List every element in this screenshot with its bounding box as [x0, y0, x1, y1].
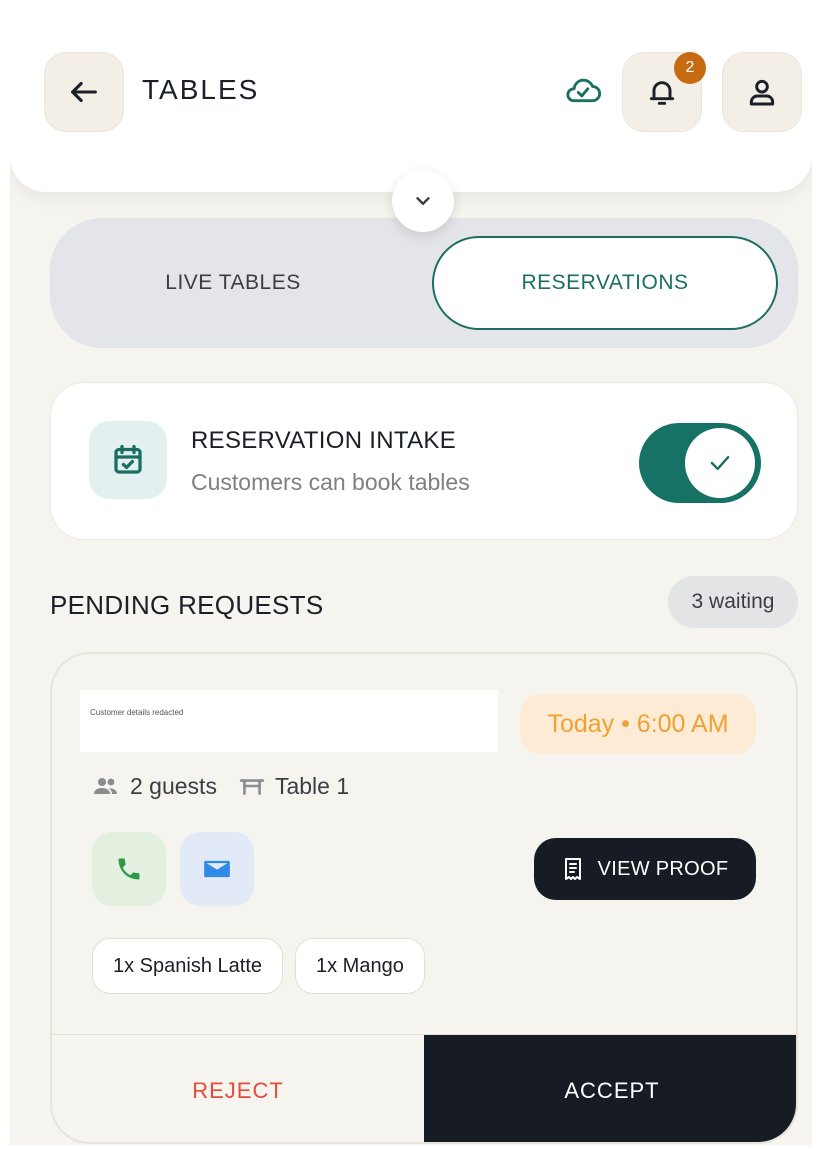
page-title: TABLES — [142, 74, 260, 105]
accept-button[interactable]: ACCEPT — [424, 1035, 796, 1142]
calendar-check-icon — [89, 421, 167, 499]
pending-requests-title: PENDING REQUESTS — [50, 590, 324, 620]
table-label: Table 1 — [274, 772, 350, 799]
request-actions: REJECT ACCEPT — [52, 1034, 796, 1142]
view-proof-button[interactable]: VIEW PROOF — [534, 838, 756, 900]
reject-button[interactable]: REJECT — [52, 1035, 424, 1142]
intake-toggle[interactable] — [639, 423, 761, 503]
table-icon — [239, 779, 265, 795]
tab-reservations[interactable]: RESERVATIONS — [432, 236, 778, 330]
phone-icon — [118, 858, 140, 880]
chevron-down-icon — [416, 197, 430, 205]
order-item-chip: 1x Spanish Latte — [92, 938, 283, 994]
customer-details: Customer details redacted — [80, 690, 498, 752]
waiting-count-badge: 3 waiting — [668, 576, 798, 628]
back-button[interactable] — [44, 52, 124, 132]
check-icon — [710, 456, 730, 470]
order-item-chip: 1x Mango — [295, 938, 425, 994]
notification-badge: 2 — [674, 52, 706, 84]
reservation-intake-card: RESERVATION INTAKE Customers can book ta… — [50, 382, 798, 540]
app-screen: TABLES 2 LIVE TABLES RESERVATIONS RESERV… — [10, 10, 812, 1145]
view-proof-label: VIEW PROOF — [597, 857, 729, 880]
order-items: 1x Spanish Latte 1x Mango — [92, 938, 437, 994]
toggle-knob — [685, 428, 755, 498]
profile-button[interactable] — [722, 52, 802, 132]
collapse-header-button[interactable] — [392, 170, 454, 232]
reservation-meta: 2 guests Table 1 — [92, 770, 371, 802]
email-button[interactable] — [180, 832, 254, 906]
tab-live-tables[interactable]: LIVE TABLES — [60, 236, 406, 330]
intake-title: RESERVATION INTAKE — [191, 427, 457, 454]
reservation-request-card: Customer details redacted Today • 6:00 A… — [50, 652, 798, 1144]
table-assignment: Table 1 — [239, 773, 349, 800]
bell-icon — [649, 81, 675, 105]
people-icon — [94, 778, 117, 794]
guest-count: 2 guests — [92, 773, 217, 800]
top-header: TABLES 2 — [10, 10, 812, 192]
cloud-sync-icon — [566, 78, 601, 103]
reservation-time: Today • 6:00 AM — [520, 694, 756, 754]
user-icon — [749, 79, 775, 106]
view-segmented-control: LIVE TABLES RESERVATIONS — [50, 218, 798, 348]
call-button[interactable] — [92, 832, 166, 906]
arrow-left-icon — [71, 81, 97, 103]
mail-icon — [204, 860, 230, 878]
customer-details-text: Customer details redacted — [90, 708, 184, 717]
guest-count-label: 2 guests — [130, 772, 217, 799]
receipt-icon — [564, 858, 581, 880]
intake-subtitle: Customers can book tables — [191, 469, 470, 495]
